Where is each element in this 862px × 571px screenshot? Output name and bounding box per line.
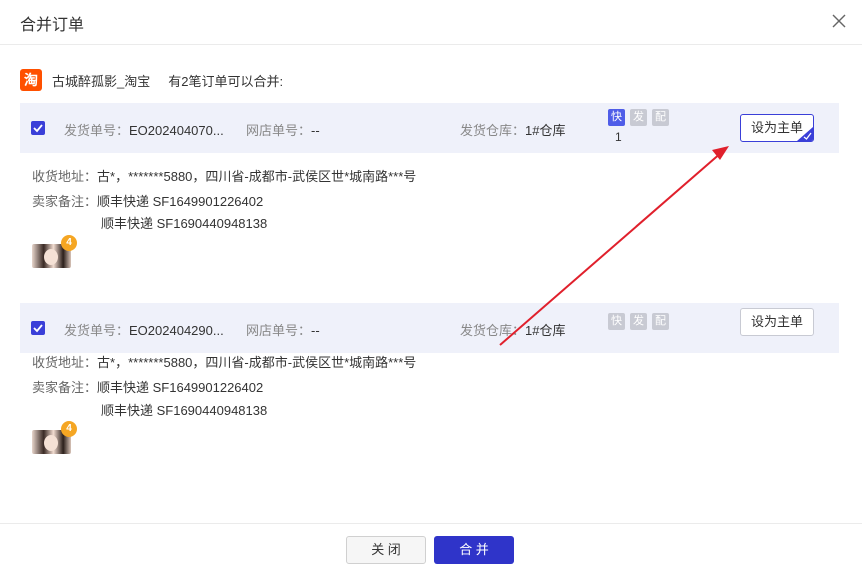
assign-tag: 配 — [652, 109, 669, 126]
warehouse: 发货仓库：1#仓库 — [460, 123, 566, 138]
seller-remark: 卖家备注：顺丰快递 SF1649901226402 — [32, 380, 264, 395]
close-icon[interactable] — [830, 10, 848, 32]
shop-name: 古城醉孤影_淘宝 — [52, 73, 151, 89]
dialog-title: 合并订单 — [20, 17, 85, 34]
ship-no: 发货单号：EO202404290... — [64, 323, 224, 338]
shipping-address: 收货地址：古*，*******5880，四川省-成都市-武侯区世*城南路***号 — [32, 169, 417, 184]
store-no: 网店单号：-- — [246, 123, 320, 138]
ship-no: 发货单号：EO202404070... — [64, 123, 224, 138]
merge-button[interactable]: 合 并 — [434, 536, 514, 564]
order-checkbox[interactable] — [31, 121, 45, 135]
selected-corner-check-icon — [797, 127, 813, 141]
store-no: 网店单号：-- — [246, 323, 320, 338]
order-checkbox[interactable] — [31, 321, 45, 335]
ship-tag: 发 — [630, 109, 647, 126]
status-tags: 快 发 配 — [608, 313, 674, 330]
quantity-badge: 4 — [61, 421, 77, 437]
order-header-bar: 发货单号：EO202404070... 网店单号：-- 发货仓库：1#仓库 快 … — [20, 103, 839, 153]
express-count: 1 — [615, 130, 622, 144]
seller-remark-line: 顺丰快递 SF1690440948138 — [101, 403, 268, 418]
assign-tag: 配 — [652, 313, 669, 330]
product-thumbnail[interactable]: 4 — [32, 235, 77, 270]
express-tag: 快 — [608, 313, 625, 330]
seller-remark: 卖家备注：顺丰快递 SF1649901226402 — [32, 194, 264, 209]
dialog-footer: 关 闭 合 并 — [0, 523, 862, 571]
product-thumbnail[interactable]: 4 — [32, 421, 77, 456]
seller-remark-line: 顺丰快递 SF1690440948138 — [101, 216, 268, 231]
status-tags: 快 发 配 — [608, 109, 674, 126]
mergeable-count-text: 有2笔订单可以合并: — [168, 73, 284, 89]
express-tag: 快 — [608, 109, 625, 126]
shop-row: 淘 古城醉孤影_淘宝 有2笔订单可以合并: — [20, 68, 283, 92]
set-main-order-button[interactable]: 设为主单 — [740, 308, 814, 336]
set-main-label: 设为主单 — [750, 314, 803, 329]
taobao-logo-icon: 淘 — [20, 69, 42, 91]
set-main-order-button[interactable]: 设为主单 — [740, 114, 814, 142]
warehouse: 发货仓库：1#仓库 — [460, 323, 566, 338]
shipping-address: 收货地址：古*，*******5880，四川省-成都市-武侯区世*城南路***号 — [32, 355, 417, 370]
order-header-bar: 发货单号：EO202404290... 网店单号：-- 发货仓库：1#仓库 快 … — [20, 303, 839, 353]
dialog-header: 合并订单 — [0, 0, 862, 45]
ship-tag: 发 — [630, 313, 647, 330]
close-button[interactable]: 关 闭 — [346, 536, 426, 564]
quantity-badge: 4 — [61, 235, 77, 251]
set-main-label: 设为主单 — [750, 120, 803, 135]
